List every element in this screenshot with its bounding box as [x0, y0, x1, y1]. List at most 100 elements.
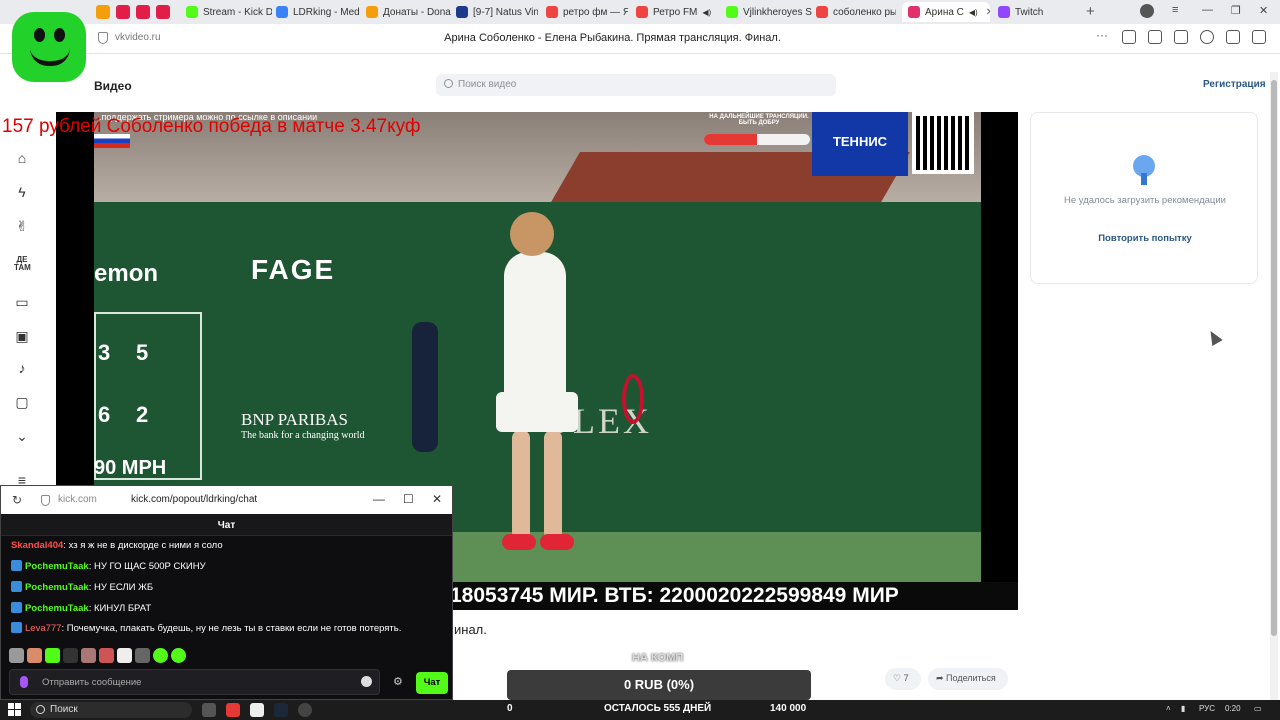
search-input[interactable]: Поиск видео [436, 74, 836, 96]
new-tab-button[interactable]: + [1086, 3, 1095, 20]
taskbar-search[interactable]: Поиск [30, 702, 192, 718]
tab-twitch[interactable]: Twitch [998, 2, 1078, 22]
tab-vjlinkheroyes[interactable]: Vjlinkheroyes S [726, 2, 812, 22]
collections-icon[interactable] [1226, 30, 1240, 44]
lightning-icon[interactable]: ϟ [14, 184, 30, 200]
tab-kick-stream[interactable]: Stream - Kick D [186, 2, 272, 22]
page-scrollbar[interactable] [1270, 72, 1278, 704]
share-icon: ➦ [936, 673, 947, 683]
badge-icon [11, 602, 22, 613]
language-indicator[interactable]: РУС [1199, 704, 1215, 713]
emote-icon[interactable] [117, 648, 132, 663]
tab-ldrking[interactable]: LDRking - Med [276, 2, 362, 22]
browser-app-icon[interactable] [250, 703, 264, 717]
close-icon[interactable]: ✕ [432, 492, 442, 506]
close-tab-icon[interactable]: ✕ [986, 7, 990, 18]
book-icon[interactable]: ▭ [14, 294, 30, 310]
kick-icon [186, 6, 198, 18]
emote-icon[interactable] [27, 648, 42, 663]
tab-donations[interactable]: Донаты - Dona [366, 2, 452, 22]
chevron-down-icon[interactable]: ⌄ [14, 428, 30, 444]
home-icon[interactable]: ⌂ [14, 150, 30, 166]
more-icon[interactable]: ··· [1096, 29, 1110, 44]
scrollbar-thumb[interactable] [1271, 80, 1277, 636]
speaker-icon[interactable]: ◀) [969, 8, 978, 17]
obs-icon[interactable] [298, 703, 312, 717]
logo-smile [30, 48, 70, 66]
site-name[interactable]: Видео [94, 79, 132, 93]
gear-icon[interactable]: ⚙ [393, 675, 403, 688]
badge-icon [11, 622, 22, 633]
restore-icon[interactable]: ❐ [1231, 4, 1241, 17]
youtube-icon[interactable] [156, 5, 170, 19]
popup-title-bar: ↻ kick.com kick.com/popout/ldrking/chat … [1, 486, 452, 514]
popup-url[interactable]: kick.com/popout/ldrking/chat [131, 494, 257, 505]
kids-icon[interactable]: ДЕ ТАМ [14, 256, 31, 272]
pinned-tab-icon[interactable] [96, 5, 110, 19]
minimize-icon[interactable]: — [373, 492, 385, 506]
extensions-icon[interactable] [1174, 30, 1188, 44]
send-chat-button[interactable]: Чат [416, 672, 448, 694]
tab-retro-fm[interactable]: Ретро FM ◀) [636, 2, 718, 22]
tab-favicon [636, 6, 648, 18]
shield-icon[interactable] [41, 495, 50, 506]
download-icon[interactable] [1252, 30, 1266, 44]
tennis-player [474, 212, 594, 552]
overlay-stat-left: 0 [507, 703, 513, 714]
share-button[interactable]: ➦ Поделиться [928, 668, 1008, 690]
chat-message-input[interactable]: Отправить сообщение [9, 669, 380, 695]
steam-icon[interactable] [274, 703, 288, 717]
emote-icon[interactable] [135, 648, 150, 663]
chat-header: Чат [1, 514, 452, 536]
close-window-icon[interactable]: ✕ [1259, 4, 1268, 17]
clip-icon[interactable]: ▣ [14, 328, 30, 344]
page-title[interactable]: Арина Соболенко - Елена Рыбакина. Прямая… [0, 32, 1225, 44]
speaker-icon[interactable]: ◀) [702, 8, 711, 17]
protect-icon[interactable] [1148, 30, 1162, 44]
youtube-icon[interactable] [116, 5, 130, 19]
player-body [504, 252, 566, 402]
reload-icon[interactable]: ↻ [12, 493, 22, 507]
clock[interactable]: 0:20 [1225, 704, 1241, 713]
taskbar-apps [202, 703, 312, 717]
chat-message: PochemuTaak: НУ ГО ЩАС 500Р СКИНУ [11, 560, 206, 572]
emote-icon[interactable] [9, 648, 24, 663]
chat-message: PochemuTaak: КИНУЛ БРАТ [11, 602, 151, 614]
windows-start-icon[interactable] [8, 703, 21, 716]
minimize-icon[interactable]: — [1202, 4, 1213, 16]
emote-icon[interactable] [45, 648, 60, 663]
player-shoe [540, 534, 574, 550]
tv-icon[interactable]: ▢ [14, 394, 30, 410]
address-tools: ··· [1096, 29, 1266, 44]
donation-goal-bar: 0 RUB (0%) [507, 670, 811, 700]
register-link[interactable]: Регистрация [1203, 79, 1266, 90]
tab-retro-fm-search[interactable]: ретро фм — Я [546, 2, 628, 22]
retry-button[interactable]: Повторить попытку [1031, 233, 1259, 244]
donate-progress-fill [704, 134, 757, 145]
bookmark-icon[interactable] [1122, 30, 1136, 44]
browser-tab-strip: Stream - Kick D LDRking - Med Донаты - D… [0, 0, 1280, 24]
profile-avatar[interactable] [1140, 4, 1154, 18]
emote-icon[interactable] [153, 648, 168, 663]
tab-active-vkvideo[interactable]: Арина С ◀) ✕ [902, 2, 990, 22]
emoji-icon[interactable] [361, 676, 372, 687]
emote-icon[interactable] [171, 648, 186, 663]
tabs-menu-icon[interactable]: ≡ [1172, 4, 1178, 16]
volume-icon[interactable]: ▮ [1181, 704, 1185, 713]
emote-icon[interactable] [99, 648, 114, 663]
play-icon[interactable] [1200, 30, 1214, 44]
peace-icon[interactable]: ✌ [14, 218, 30, 234]
task-view-icon[interactable] [202, 703, 216, 717]
like-button[interactable]: ♡ 7 [885, 668, 921, 690]
microphone-icon[interactable] [20, 676, 28, 688]
notifications-icon[interactable]: ▭ [1254, 704, 1262, 713]
emote-icon[interactable] [81, 648, 96, 663]
music-icon[interactable]: ♪ [14, 360, 30, 376]
yandex-app-icon[interactable] [226, 703, 240, 717]
youtube-icon[interactable] [136, 5, 150, 19]
tab-sobolenko-search[interactable]: соболенко ры [816, 2, 896, 22]
maximize-icon[interactable]: ☐ [403, 492, 414, 506]
tray-chevron-icon[interactable]: ˄ [1166, 704, 1171, 713]
tab-natus-vincere[interactable]: [9-7] Natus Vin [456, 2, 538, 22]
emote-icon[interactable] [63, 648, 78, 663]
